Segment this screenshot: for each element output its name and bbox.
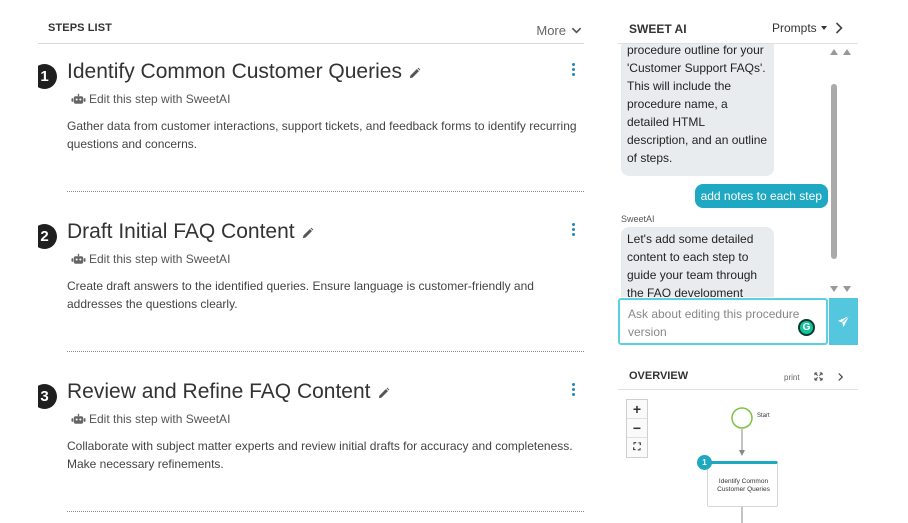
edit-step-label: Edit this step with SweetAI — [89, 412, 231, 426]
chat-input-box: G — [618, 298, 828, 345]
steps-header: STEPS LIST More — [38, 0, 584, 44]
caret-down-icon — [820, 26, 827, 30]
chevron-down-icon — [571, 27, 582, 34]
steps-list-title: STEPS LIST — [48, 22, 112, 34]
prompts-dropdown-button[interactable]: Prompts — [772, 21, 827, 35]
robot-icon — [71, 413, 86, 424]
step-menu-kebab-icon[interactable] — [570, 223, 576, 237]
more-label: More — [536, 23, 566, 38]
scroll-up-arrow-icon[interactable] — [830, 49, 838, 55]
start-node-label: Start — [757, 413, 770, 419]
chat-scrollbar[interactable] — [829, 44, 841, 297]
print-link[interactable]: print — [784, 373, 800, 382]
step-number-badge: 1 — [38, 64, 57, 89]
step-title: Review and Refine FAQ Content — [67, 380, 371, 403]
send-button[interactable] — [829, 298, 858, 345]
edit-step-with-ai-link[interactable]: Edit this step with SweetAI — [71, 252, 230, 266]
step-title: Draft Initial FAQ Content — [67, 220, 295, 243]
scroll-down-arrow-icon[interactable] — [843, 286, 851, 292]
zoom-out-button[interactable]: − — [627, 419, 647, 438]
assistant-message: Let's add some detailed content to each … — [621, 227, 774, 297]
chat-input[interactable] — [620, 300, 826, 343]
sweet-ai-title: SWEET AI — [629, 22, 687, 36]
edit-step-with-ai-link[interactable]: Edit this step with SweetAI — [71, 412, 230, 426]
step-title: Identify Common Customer Queries — [67, 60, 402, 83]
step-divider — [67, 191, 584, 192]
step-title-row[interactable]: Draft Initial FAQ Content — [67, 220, 314, 244]
scrollbar-thumb[interactable] — [831, 84, 837, 259]
robot-icon — [71, 253, 86, 264]
message-sender-label: SweetAI — [621, 214, 655, 224]
step-menu-kebab-icon[interactable] — [570, 383, 576, 397]
step-menu-kebab-icon[interactable] — [570, 63, 576, 77]
chevron-right-icon[interactable] — [834, 22, 844, 34]
more-dropdown-button[interactable]: More — [536, 23, 582, 38]
user-message: add notes to each step — [694, 184, 828, 208]
fit-view-button[interactable]: ⛶ — [627, 438, 647, 457]
step-divider — [67, 511, 584, 512]
edit-step-label: Edit this step with SweetAI — [89, 92, 231, 106]
pencil-icon[interactable] — [377, 387, 390, 400]
zoom-in-button[interactable]: + — [627, 400, 647, 419]
step-description: Gather data from customer interactions, … — [67, 119, 577, 151]
robot-icon — [71, 93, 86, 104]
send-icon — [837, 315, 850, 328]
step-divider — [67, 351, 584, 352]
overview-title: OVERVIEW — [629, 370, 689, 382]
zoom-controls: + − ⛶ — [626, 399, 648, 458]
chevron-right-icon[interactable] — [837, 372, 844, 382]
expand-icon[interactable] — [814, 372, 823, 381]
steps-panel: STEPS LIST More 1 Identify Common Custom… — [38, 0, 584, 523]
scroll-down-arrow-icon[interactable] — [830, 286, 838, 292]
sweet-ai-header: SWEET AI Prompts — [618, 0, 858, 44]
chat-messages[interactable]: procedure outline for your 'Customer Sup… — [618, 44, 858, 297]
overview-header: OVERVIEW print — [618, 362, 858, 390]
prompts-label: Prompts — [772, 21, 817, 35]
edit-step-label: Edit this step with SweetAI — [89, 252, 231, 266]
scroll-up-arrow-icon[interactable] — [843, 49, 851, 55]
start-node-circle — [731, 407, 753, 429]
step-description: Create draft answers to the identified q… — [67, 279, 534, 311]
step-number-badge: 3 — [38, 384, 57, 409]
step-title-row[interactable]: Review and Refine FAQ Content — [67, 380, 390, 404]
assistant-message: procedure outline for your 'Customer Sup… — [621, 44, 774, 176]
sweet-ai-panel: SWEET AI Prompts procedure outline for y… — [618, 0, 908, 350]
arrow-down-icon — [739, 450, 745, 456]
step-title-row[interactable]: Identify Common Customer Queries — [67, 60, 421, 84]
flow-step-node[interactable]: Identify Common Customer Queries — [707, 461, 778, 507]
flow-step-label: Identify Common Customer Queries — [717, 478, 770, 493]
step-number-badge: 2 — [38, 224, 57, 249]
overview-panel: OVERVIEW print + − ⛶ Start Identify Comm… — [618, 362, 858, 523]
edit-step-with-ai-link[interactable]: Edit this step with SweetAI — [71, 92, 230, 106]
flow-step-number-badge: 1 — [697, 455, 712, 470]
pencil-icon[interactable] — [408, 67, 421, 80]
pencil-icon[interactable] — [301, 227, 314, 240]
step-description: Collaborate with subject matter experts … — [67, 439, 573, 471]
grammarly-icon[interactable]: G — [798, 319, 815, 336]
